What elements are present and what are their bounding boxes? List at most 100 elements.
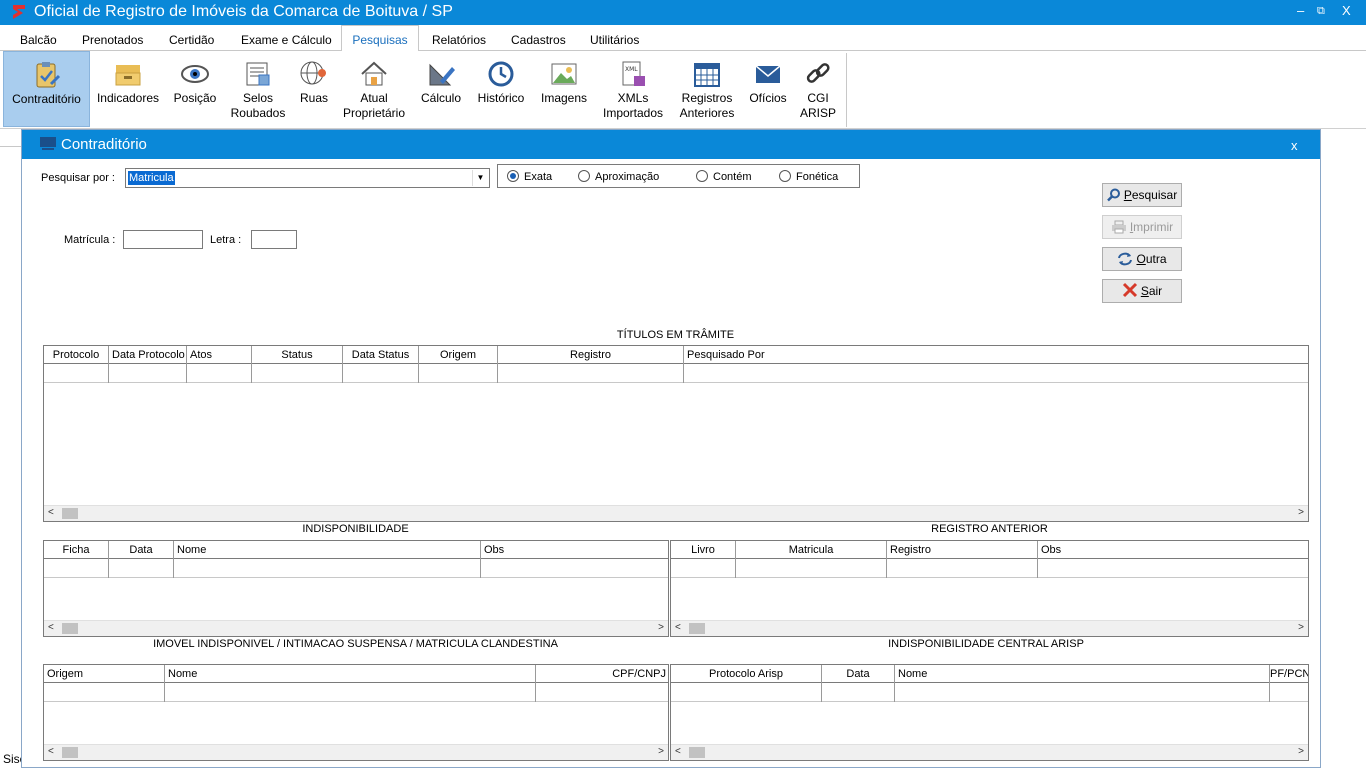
ribbon-xmls-importados[interactable]: XML XMLs Importados — [598, 51, 668, 127]
window-title: Oficial de Registro de Imóveis da Comarc… — [34, 3, 453, 20]
central-arisp-grid[interactable]: Protocolo Arisp Data Nome PF/PCN < > — [670, 664, 1309, 761]
menu-relatorios[interactable]: Relatórios — [432, 33, 486, 47]
table-row[interactable] — [44, 683, 668, 702]
col-header[interactable]: Atos — [187, 346, 252, 364]
col-header[interactable]: Matricula — [736, 541, 887, 559]
menu-prenotados[interactable]: Prenotados — [82, 33, 143, 47]
ribbon-imagens[interactable]: Imagens — [537, 51, 591, 127]
ribbon-label: XMLs — [617, 91, 649, 105]
horizontal-scrollbar[interactable]: < > — [671, 620, 1308, 636]
table-row[interactable] — [671, 683, 1308, 702]
dialog-close-button[interactable]: x — [1291, 138, 1298, 153]
table-row[interactable] — [671, 559, 1308, 578]
radio-fonetica[interactable]: Fonética — [779, 170, 838, 183]
menu-balcao[interactable]: Balcão — [20, 33, 57, 47]
col-header[interactable]: Nome — [165, 665, 536, 683]
menu-cadastros[interactable]: Cadastros — [511, 33, 566, 47]
col-header[interactable]: PF/PCN — [1270, 665, 1308, 683]
ribbon-indicadores[interactable]: Indicadores — [94, 51, 162, 127]
dialog-title-bar: Contraditório x — [22, 130, 1320, 159]
chevron-down-icon[interactable]: ▼ — [472, 170, 488, 186]
search-by-select[interactable]: Matricula ▼ — [125, 168, 490, 188]
col-header[interactable]: Livro — [671, 541, 736, 559]
titulos-section-title: TÍTULOS EM TRÂMITE — [616, 329, 735, 341]
col-header[interactable]: Origem — [419, 346, 498, 364]
horizontal-scrollbar[interactable]: < > — [44, 620, 668, 636]
ribbon-contraditorio[interactable]: Contraditório — [3, 51, 90, 127]
col-header[interactable]: CPF/CNPJ — [536, 665, 668, 683]
col-header[interactable]: Obs — [1038, 541, 1308, 559]
indisponibilidade-grid[interactable]: Ficha Data Nome Obs < > — [43, 540, 669, 637]
background-line — [0, 146, 22, 147]
ribbon-calculo[interactable]: Cálculo — [418, 51, 464, 127]
letra-label: Letra : — [210, 234, 242, 246]
col-header[interactable]: Registro — [498, 346, 684, 364]
menu-pesquisas[interactable]: Pesquisas — [341, 25, 419, 52]
col-header[interactable]: Ficha — [44, 541, 109, 559]
restore-button[interactable]: ⧉ — [1317, 5, 1325, 18]
col-header[interactable]: Protocolo — [44, 346, 109, 364]
col-header[interactable]: Data — [109, 541, 174, 559]
radio-contem[interactable]: Contém — [696, 170, 752, 183]
col-header[interactable]: Data Status — [343, 346, 419, 364]
radio-label: Fonética — [796, 171, 839, 183]
central-arisp-section-title: INDISPONIBILIDADE CENTRAL ARISP — [888, 638, 1084, 650]
ribbon-label: Cálculo — [420, 91, 462, 105]
col-header[interactable]: Obs — [481, 541, 668, 559]
close-window-button[interactable]: X — [1342, 3, 1351, 18]
minimize-button[interactable]: – — [1297, 3, 1304, 18]
radio-exata[interactable]: Exata — [507, 170, 552, 183]
eye-icon — [181, 65, 209, 83]
ribbon-oficios[interactable]: Ofícios — [745, 51, 791, 127]
registro-anterior-grid[interactable]: Livro Matricula Registro Obs < > — [670, 540, 1309, 637]
ribbon-cgi-arisp[interactable]: CGI ARISP — [797, 51, 839, 127]
ribbon-separator — [846, 53, 847, 127]
ribbon-posicao[interactable]: Posição — [170, 51, 220, 127]
registro-anterior-section-title: REGISTRO ANTERIOR — [931, 523, 1048, 535]
ribbon-selos-roubados[interactable]: Selos Roubados — [228, 51, 288, 127]
col-header[interactable]: Data Protocolo — [109, 346, 187, 364]
horizontal-scrollbar[interactable]: < > — [44, 505, 1308, 521]
col-header[interactable]: Nome — [174, 541, 481, 559]
ribbon-label: Proprietário — [342, 106, 406, 120]
xml-file-icon: XML — [622, 61, 645, 86]
ribbon-ruas[interactable]: Ruas — [293, 51, 335, 127]
menu-utilitarios[interactable]: Utilitários — [590, 33, 639, 47]
col-header[interactable]: Protocolo Arisp — [671, 665, 822, 683]
titulos-grid[interactable]: Protocolo Data Protocolo Atos Status Dat… — [43, 345, 1309, 522]
ribbon-historico[interactable]: Histórico — [474, 51, 528, 127]
horizontal-scrollbar[interactable]: < > — [671, 744, 1308, 760]
radio-aproximacao[interactable]: Aproximação — [578, 170, 659, 183]
ribbon-label: Contraditório — [12, 92, 81, 106]
grid-header: Protocolo Arisp Data Nome PF/PCN — [671, 665, 1308, 683]
app-logo-icon — [10, 3, 28, 21]
image-icon — [551, 63, 577, 85]
menu-certidao[interactable]: Certidão — [169, 33, 214, 47]
ribbon-label: ARISP — [799, 106, 836, 120]
col-header[interactable]: Origem — [44, 665, 165, 683]
letra-input[interactable] — [251, 230, 297, 249]
table-row[interactable] — [44, 364, 1308, 383]
radio-label: Aproximação — [595, 171, 660, 183]
col-header[interactable]: Data — [822, 665, 895, 683]
calendar-grid-icon — [694, 63, 720, 87]
imovel-grid[interactable]: Origem Nome CPF/CNPJ < > — [43, 664, 669, 761]
horizontal-scrollbar[interactable]: < > — [44, 744, 668, 760]
ribbon-registros-anteriores[interactable]: Registros Anteriores — [676, 51, 738, 127]
outra-button[interactable]: Outra — [1102, 247, 1182, 271]
col-header[interactable]: Registro — [887, 541, 1038, 559]
grid-header: Origem Nome CPF/CNPJ — [44, 665, 668, 683]
table-row[interactable] — [44, 559, 668, 578]
dialog-logo-icon — [40, 137, 56, 150]
col-header[interactable]: Nome — [895, 665, 1270, 683]
menu-exame-calculo[interactable]: Exame e Cálculo — [241, 33, 332, 47]
link-chain-icon — [806, 63, 830, 83]
col-header[interactable]: Pesquisado Por — [684, 346, 1308, 364]
matricula-input[interactable] — [123, 230, 203, 249]
search-icon — [1106, 188, 1120, 202]
imprimir-button[interactable]: Imprimir — [1102, 215, 1182, 239]
pesquisar-button[interactable]: Pesquisar — [1102, 183, 1182, 207]
col-header[interactable]: Status — [252, 346, 343, 364]
sair-button[interactable]: Sair — [1102, 279, 1182, 303]
ribbon-atual-proprietario[interactable]: Atual Proprietário — [340, 51, 408, 127]
